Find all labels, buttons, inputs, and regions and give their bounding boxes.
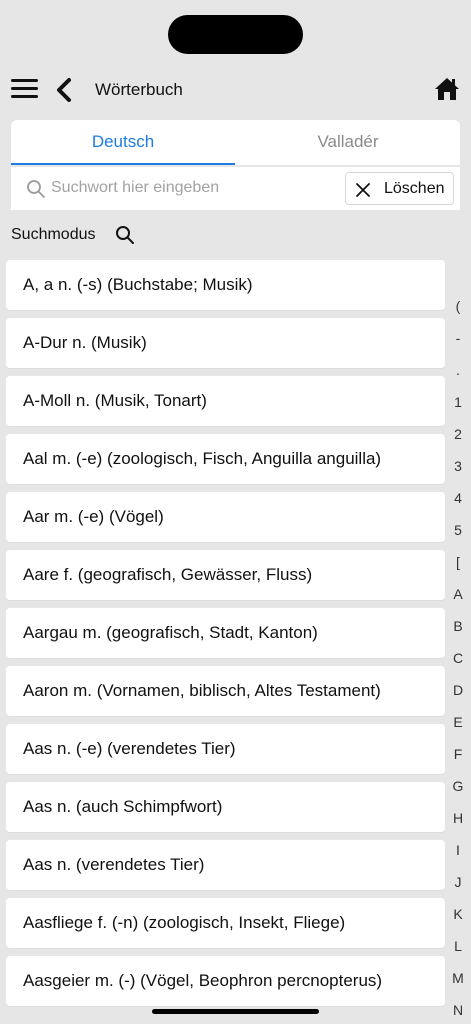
index-letter[interactable]: K (446, 898, 470, 930)
index-letter[interactable]: G (446, 770, 470, 802)
index-letter[interactable]: N (446, 994, 470, 1024)
index-letter[interactable]: [ (446, 546, 470, 578)
dynamic-island (168, 15, 303, 54)
page-title: Wörterbuch (95, 80, 183, 99)
index-letter[interactable]: 3 (446, 450, 470, 482)
clear-button-label: Löschen (384, 180, 445, 197)
list-item[interactable]: Aas n. (-e) (verendetes Tier) (6, 724, 445, 774)
app-screen: Wörterbuch Deutsch Valladér Löschen Such… (0, 0, 471, 1024)
index-letter[interactable]: A (446, 578, 470, 610)
list-item[interactable]: Aas n. (auch Schimpfwort) (6, 782, 445, 832)
index-letter[interactable]: D (446, 674, 470, 706)
entry-text: A-Dur n. (Musik) (23, 333, 147, 352)
entry-text: Aas n. (-e) (verendetes Tier) (23, 739, 236, 758)
entry-text: A, a n. (-s) (Buchstabe; Musik) (23, 275, 253, 294)
index-letter[interactable]: 4 (446, 482, 470, 514)
entry-text: Aaron m. (Vornamen, biblisch, Altes Test… (23, 681, 381, 700)
search-mode-toggle[interactable]: Suchmodus (11, 222, 211, 248)
index-letter[interactable]: H (446, 802, 470, 834)
index-letter[interactable]: E (446, 706, 470, 738)
list-item[interactable]: Aar m. (-e) (Vögel) (6, 492, 445, 542)
entry-text: Aargau m. (geografisch, Stadt, Kanton) (23, 623, 318, 642)
search-input[interactable] (51, 173, 346, 203)
list-item[interactable]: Aal m. (-e) (zoologisch, Fisch, Anguilla… (6, 434, 445, 484)
index-letter[interactable]: C (446, 642, 470, 674)
close-icon (356, 183, 370, 197)
entry-text: Aas n. (verendetes Tier) (23, 855, 205, 874)
index-letter[interactable]: ( (446, 290, 470, 322)
tab-vallader[interactable]: Valladér (236, 120, 460, 165)
entry-text: Aare f. (geografisch, Gewässer, Fluss) (23, 565, 313, 584)
search-bar: Löschen (11, 167, 460, 210)
list-item[interactable]: Aaron m. (Vornamen, biblisch, Altes Test… (6, 666, 445, 716)
house-icon[interactable] (434, 76, 460, 102)
index-letter[interactable]: 2 (446, 418, 470, 450)
index-letter[interactable]: L (446, 930, 470, 962)
chevron-left-icon[interactable] (53, 77, 75, 103)
list-item[interactable]: A-Dur n. (Musik) (6, 318, 445, 368)
language-tabs: Deutsch Valladér (11, 120, 460, 165)
search-icon (27, 180, 45, 198)
list-item[interactable]: Aargau m. (geografisch, Stadt, Kanton) (6, 608, 445, 658)
index-letter[interactable]: - (446, 322, 470, 354)
list-item[interactable]: A-Moll n. (Musik, Tonart) (6, 376, 445, 426)
index-letter[interactable]: B (446, 610, 470, 642)
entry-text: Aal m. (-e) (zoologisch, Fisch, Anguilla… (23, 449, 382, 468)
index-letter[interactable]: J (446, 866, 470, 898)
entry-text: Aasfliege f. (-n) (zoologisch, Insekt, F… (23, 913, 346, 932)
list-item[interactable]: A, a n. (-s) (Buchstabe; Musik) (6, 260, 445, 310)
index-letter[interactable]: I (446, 834, 470, 866)
hamburger-menu-icon[interactable] (11, 78, 38, 100)
index-letter[interactable]: . (446, 354, 470, 386)
search-mode-label: Suchmodus (11, 226, 96, 243)
list-item[interactable]: Aare f. (geografisch, Gewässer, Fluss) (6, 550, 445, 600)
clear-button[interactable]: Löschen (345, 172, 454, 205)
entry-text: Aar m. (-e) (Vögel) (23, 507, 164, 526)
list-item[interactable]: Aas n. (verendetes Tier) (6, 840, 445, 890)
list-item[interactable]: Aasgeier m. (-) (Vögel, Beophron percnop… (6, 956, 445, 1006)
tab-deutsch[interactable]: Deutsch (11, 120, 235, 165)
index-letter[interactable]: F (446, 738, 470, 770)
entry-text: Aasgeier m. (-) (Vögel, Beophron percnop… (23, 971, 383, 990)
entry-text: A-Moll n. (Musik, Tonart) (23, 391, 207, 410)
index-letter[interactable]: 1 (446, 386, 470, 418)
top-bar: Wörterbuch (0, 70, 471, 110)
index-letter[interactable]: M (446, 962, 470, 994)
list-item[interactable]: Aasfliege f. (-n) (zoologisch, Insekt, F… (6, 898, 445, 948)
index-letter[interactable]: 5 (446, 514, 470, 546)
search-mode-icon (116, 226, 134, 244)
entry-text: Aas n. (auch Schimpfwort) (23, 797, 223, 816)
home-indicator[interactable] (152, 1009, 319, 1014)
